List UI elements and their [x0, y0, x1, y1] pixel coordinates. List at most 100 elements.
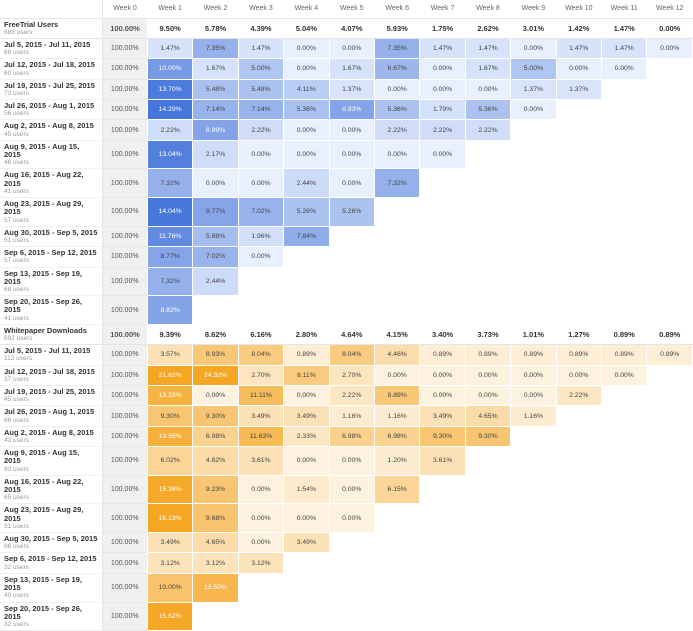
col-week-12[interactable]: Week 12 [647, 0, 693, 18]
retention-cell: 16.13% [147, 504, 192, 533]
cohort-label[interactable]: Jul 5, 2015 - Jul 11, 2015112 users [0, 345, 102, 365]
cohort-label[interactable]: Aug 30, 2015 - Sep 5, 201551 users [0, 226, 102, 246]
retention-cell: 1.37% [556, 79, 601, 99]
retention-cell: 0.00% [284, 504, 329, 533]
empty-cell [647, 100, 693, 120]
retention-cell: 7.02% [193, 247, 238, 267]
retention-cell: 1.16% [329, 406, 374, 426]
cohort-label[interactable]: Jul 5, 2015 - Jul 11, 201568 users [0, 38, 102, 58]
col-week-4[interactable]: Week 4 [284, 0, 329, 18]
retention-cell: 1.96% [238, 226, 283, 246]
empty-cell [329, 553, 374, 573]
cohort-label[interactable]: Sep 20, 2015 - Sep 26, 201532 users [0, 602, 102, 631]
empty-cell [284, 267, 329, 296]
retention-cell: 3.61% [420, 447, 465, 476]
empty-cell [465, 504, 510, 533]
cohort-label[interactable]: Jul 19, 2015 - Jul 25, 201573 users [0, 79, 102, 99]
retention-cell: 1.67% [193, 59, 238, 79]
section-agg-cell: 8.62% [193, 324, 238, 344]
cohort-label[interactable]: Aug 23, 2015 - Aug 29, 201531 users [0, 504, 102, 533]
empty-cell [556, 504, 601, 533]
cohort-label[interactable]: Jul 12, 2015 - Jul 18, 201537 users [0, 365, 102, 385]
retention-cell: 0.89% [556, 345, 601, 365]
cohort-label[interactable]: Sep 6, 2015 - Sep 12, 201557 users [0, 247, 102, 267]
cohort-label[interactable]: Aug 9, 2015 - Aug 15, 201546 users [0, 140, 102, 169]
cohort-label[interactable]: Aug 23, 2015 - Aug 29, 201557 users [0, 198, 102, 227]
section-agg-cell: 0.89% [647, 324, 693, 344]
retention-cell: 15.38% [147, 475, 192, 504]
retention-cell: 2.70% [238, 365, 283, 385]
cohort-label[interactable]: Sep 20, 2015 - Sep 26, 201541 users [0, 296, 102, 325]
cohort-label[interactable]: Aug 30, 2015 - Sep 5, 201586 users [0, 533, 102, 553]
cohort-users: 37 users [4, 376, 98, 383]
col-week-2[interactable]: Week 2 [193, 0, 238, 18]
cohort-label[interactable]: Aug 2, 2015 - Aug 8, 201545 users [0, 120, 102, 140]
retention-cell: 0.00% [193, 169, 238, 198]
col-week-5[interactable]: Week 5 [329, 0, 374, 18]
retention-cell: 0.89% [511, 345, 556, 365]
empty-cell [420, 602, 465, 631]
empty-cell [647, 426, 693, 446]
retention-cell: 2.22% [374, 120, 419, 140]
cohort-label[interactable]: Jul 19, 2015 - Jul 25, 201545 users [0, 386, 102, 406]
retention-cell: 100.00% [102, 169, 147, 198]
empty-cell [465, 602, 510, 631]
empty-cell [602, 247, 647, 267]
col-week-9[interactable]: Week 9 [511, 0, 556, 18]
retention-cell: 0.00% [284, 140, 329, 169]
empty-cell [647, 602, 693, 631]
col-week-10[interactable]: Week 10 [556, 0, 601, 18]
cohort-label[interactable]: Jul 26, 2015 - Aug 1, 201586 users [0, 406, 102, 426]
empty-cell [556, 100, 601, 120]
retention-cell: 0.89% [602, 345, 647, 365]
empty-cell [511, 426, 556, 446]
col-week-8[interactable]: Week 8 [465, 0, 510, 18]
retention-cell: 100.00% [102, 504, 147, 533]
cohort-label[interactable]: Aug 16, 2015 - Aug 22, 201565 users [0, 475, 102, 504]
empty-cell [647, 573, 693, 602]
section-agg-cell: 2.80% [284, 324, 329, 344]
col-week-6[interactable]: Week 6 [374, 0, 419, 18]
retention-cell: 3.12% [147, 553, 192, 573]
col-week-3[interactable]: Week 3 [238, 0, 283, 18]
cohort-label[interactable]: Sep 6, 2015 - Sep 12, 201532 users [0, 553, 102, 573]
empty-cell [374, 573, 419, 602]
cohort-row: Aug 30, 2015 - Sep 5, 201551 users100.00… [0, 226, 693, 246]
cohort-row: Sep 20, 2015 - Sep 26, 201532 users100.0… [0, 602, 693, 631]
cohort-label[interactable]: Jul 12, 2015 - Jul 18, 201560 users [0, 59, 102, 79]
section-label-whitepaper[interactable]: Whitepaper Downloads692 users [0, 324, 102, 344]
col-week-11[interactable]: Week 11 [602, 0, 647, 18]
retention-cell: 1.47% [465, 38, 510, 58]
retention-cell: 0.00% [329, 169, 374, 198]
section-agg-cell: 2.62% [465, 18, 510, 38]
retention-cell: 2.22% [420, 120, 465, 140]
cohort-label[interactable]: Sep 13, 2015 - Sep 19, 201568 users [0, 267, 102, 296]
cohort-label[interactable]: Aug 16, 2015 - Aug 22, 201541 users [0, 169, 102, 198]
cohort-label[interactable]: Jul 26, 2015 - Aug 1, 201556 users [0, 100, 102, 120]
empty-cell [374, 602, 419, 631]
empty-cell [556, 426, 601, 446]
cohort-label[interactable]: Sep 13, 2015 - Sep 19, 201540 users [0, 573, 102, 602]
cohort-label[interactable]: Aug 9, 2015 - Aug 15, 201583 users [0, 447, 102, 476]
section-agg-cell: 5.93% [374, 18, 419, 38]
empty-cell [647, 247, 693, 267]
retention-cell: 24.32% [193, 365, 238, 385]
section-agg-cell: 4.07% [329, 18, 374, 38]
retention-cell: 8.04% [329, 345, 374, 365]
col-week-7[interactable]: Week 7 [420, 0, 465, 18]
retention-cell: 2.33% [284, 426, 329, 446]
col-week-1[interactable]: Week 1 [147, 0, 192, 18]
col-week-0[interactable]: Week 0 [102, 0, 147, 18]
empty-cell [602, 475, 647, 504]
section-label-freetrial[interactable]: FreeTrial Users683 users [0, 18, 102, 38]
empty-cell [329, 267, 374, 296]
retention-cell: 11.63% [238, 426, 283, 446]
retention-cell: 0.00% [284, 386, 329, 406]
empty-cell [602, 79, 647, 99]
retention-cell: 6.02% [147, 447, 192, 476]
retention-cell: 6.98% [193, 426, 238, 446]
cohort-label[interactable]: Aug 2, 2015 - Aug 8, 201543 users [0, 426, 102, 446]
empty-cell [556, 169, 601, 198]
retention-cell: 7.32% [374, 169, 419, 198]
retention-cell: 100.00% [102, 226, 147, 246]
